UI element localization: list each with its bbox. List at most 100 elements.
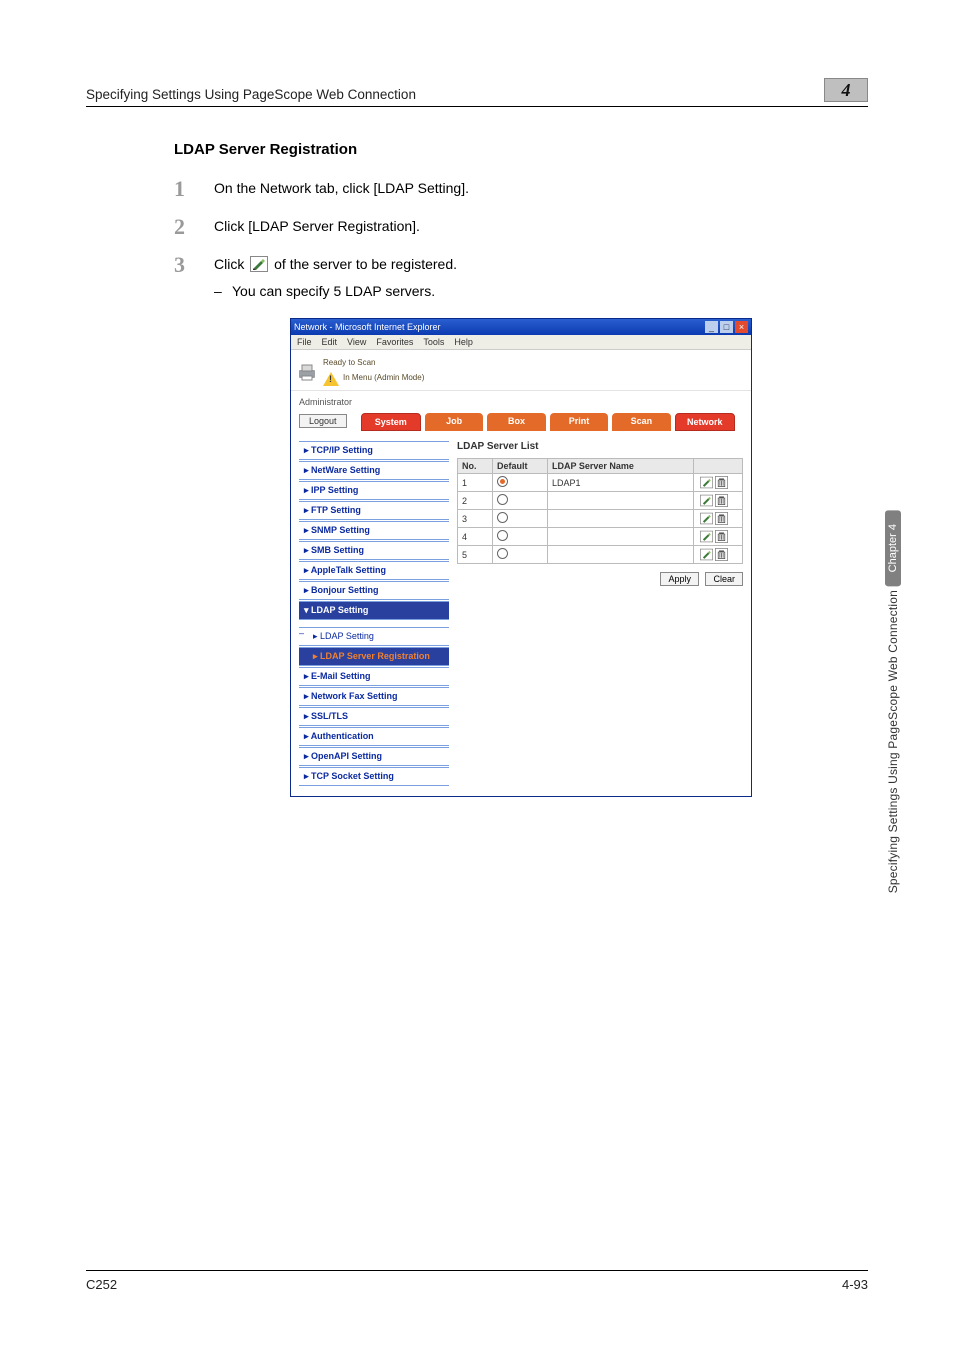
delete-icon[interactable] — [713, 495, 728, 505]
col-name: LDAP Server Name — [548, 459, 694, 474]
col-default: Default — [493, 459, 548, 474]
cell-no: 1 — [458, 474, 493, 492]
edit-pencil-icon — [250, 256, 268, 272]
step-text-before: Click — [214, 256, 248, 272]
panel-title: LDAP Server List — [457, 441, 743, 452]
edit-icon[interactable] — [698, 495, 713, 505]
radio-icon[interactable] — [497, 530, 508, 541]
nav-snmp[interactable]: ▸ SNMP Setting — [299, 521, 449, 540]
step-number: 1 — [174, 178, 214, 200]
table-row: 4 — [458, 528, 743, 546]
nav-netware[interactable]: ▸ NetWare Setting — [299, 461, 449, 480]
section-heading: LDAP Server Registration — [174, 141, 868, 158]
menu-help[interactable]: Help — [454, 337, 473, 347]
edit-icon[interactable] — [698, 513, 713, 523]
warning-triangle-icon — [323, 372, 339, 386]
nav-bonjour[interactable]: ▸ Bonjour Setting — [299, 581, 449, 600]
col-actions — [694, 459, 743, 474]
nav-smb[interactable]: ▸ SMB Setting — [299, 541, 449, 560]
chapter-tab: Chapter 4 — [885, 510, 901, 586]
cell-name — [548, 510, 694, 528]
step-text: On the Network tab, click [LDAP Setting]… — [214, 178, 868, 199]
radio-icon[interactable] — [497, 512, 508, 523]
delete-icon[interactable] — [713, 513, 728, 523]
delete-icon[interactable] — [713, 549, 728, 559]
step-number: 2 — [174, 216, 214, 238]
menu-view[interactable]: View — [347, 337, 366, 347]
apply-button[interactable]: Apply — [660, 572, 699, 586]
nav-auth[interactable]: ▸ Authentication — [299, 727, 449, 746]
step-text: Click [LDAP Server Registration]. — [214, 216, 868, 237]
cell-default[interactable] — [493, 546, 548, 564]
nav-ldap-setting[interactable]: ▸ LDAP Setting — [299, 627, 449, 646]
role-label: Administrator — [299, 397, 743, 407]
cell-default[interactable] — [493, 528, 548, 546]
cell-name — [548, 492, 694, 510]
table-row: 2 — [458, 492, 743, 510]
cell-no: 3 — [458, 510, 493, 528]
col-no: No. — [458, 459, 493, 474]
side-navigation: ▸ TCP/IP Setting ▸ NetWare Setting ▸ IPP… — [299, 441, 449, 786]
ldap-server-table: No. Default LDAP Server Name 1 LDAP1 2345 — [457, 458, 743, 564]
step-subtext: You can specify 5 LDAP servers. — [214, 281, 868, 302]
logout-button[interactable]: Logout — [299, 414, 347, 428]
footer-left: C252 — [86, 1277, 117, 1292]
nav-tcpsocket[interactable]: ▸ TCP Socket Setting — [299, 767, 449, 786]
menu-tools[interactable]: Tools — [423, 337, 444, 347]
window-maximize-icon[interactable]: □ — [720, 321, 733, 333]
cell-default[interactable] — [493, 510, 548, 528]
nav-ldap-parent[interactable]: ▾ LDAP Setting — [299, 601, 449, 620]
cell-name: LDAP1 — [548, 474, 694, 492]
edit-icon[interactable] — [698, 549, 713, 559]
tab-box[interactable]: Box — [487, 413, 545, 431]
nav-netfax[interactable]: ▸ Network Fax Setting — [299, 687, 449, 706]
table-row: 3 — [458, 510, 743, 528]
window-title: Network - Microsoft Internet Explorer — [294, 322, 703, 332]
status-line-2: In Menu (Admin Mode) — [343, 373, 424, 383]
clear-button[interactable]: Clear — [705, 572, 743, 586]
step-number: 3 — [174, 254, 214, 276]
cell-no: 4 — [458, 528, 493, 546]
edit-icon[interactable] — [698, 531, 713, 541]
table-row: 1 LDAP1 — [458, 474, 743, 492]
cell-no: 5 — [458, 546, 493, 564]
cell-name — [548, 528, 694, 546]
nav-appletalk[interactable]: ▸ AppleTalk Setting — [299, 561, 449, 580]
printer-icon — [297, 362, 317, 382]
cell-default[interactable] — [493, 474, 548, 492]
tab-job[interactable]: Job — [425, 413, 483, 431]
radio-icon[interactable] — [497, 494, 508, 505]
embedded-screenshot: Network - Microsoft Internet Explorer _ … — [290, 318, 752, 797]
window-close-icon[interactable]: × — [735, 321, 748, 333]
window-minimize-icon[interactable]: _ — [705, 321, 718, 333]
tab-print[interactable]: Print — [550, 413, 608, 431]
cell-name — [548, 546, 694, 564]
chapter-tab-text: Specifying Settings Using PageScope Web … — [886, 590, 900, 893]
tab-network[interactable]: Network — [675, 413, 735, 431]
radio-icon[interactable] — [497, 548, 508, 559]
browser-menubar[interactable]: File Edit View Favorites Tools Help — [291, 335, 751, 350]
delete-icon[interactable] — [713, 531, 728, 541]
delete-icon[interactable] — [713, 477, 728, 487]
section-number-chip: 4 — [824, 78, 868, 102]
table-row: 5 — [458, 546, 743, 564]
menu-edit[interactable]: Edit — [322, 337, 338, 347]
menu-favorites[interactable]: Favorites — [376, 337, 413, 347]
nav-ssltls[interactable]: ▸ SSL/TLS — [299, 707, 449, 726]
cell-default[interactable] — [493, 492, 548, 510]
nav-email[interactable]: ▸ E-Mail Setting — [299, 667, 449, 686]
nav-ipp[interactable]: ▸ IPP Setting — [299, 481, 449, 500]
nav-ftp[interactable]: ▸ FTP Setting — [299, 501, 449, 520]
menu-file[interactable]: File — [297, 337, 312, 347]
nav-ldap-server-registration[interactable]: ▸ LDAP Server Registration — [299, 647, 449, 666]
edit-icon[interactable] — [698, 477, 713, 487]
tab-system[interactable]: System — [361, 413, 421, 431]
tab-scan[interactable]: Scan — [612, 413, 670, 431]
step-text-after: of the server to be registered. — [274, 256, 457, 272]
cell-no: 2 — [458, 492, 493, 510]
status-line-1: Ready to Scan — [323, 358, 375, 368]
page-header-title: Specifying Settings Using PageScope Web … — [86, 87, 824, 102]
nav-openapi[interactable]: ▸ OpenAPI Setting — [299, 747, 449, 766]
nav-tcpip[interactable]: ▸ TCP/IP Setting — [299, 441, 449, 460]
radio-icon[interactable] — [497, 476, 508, 487]
